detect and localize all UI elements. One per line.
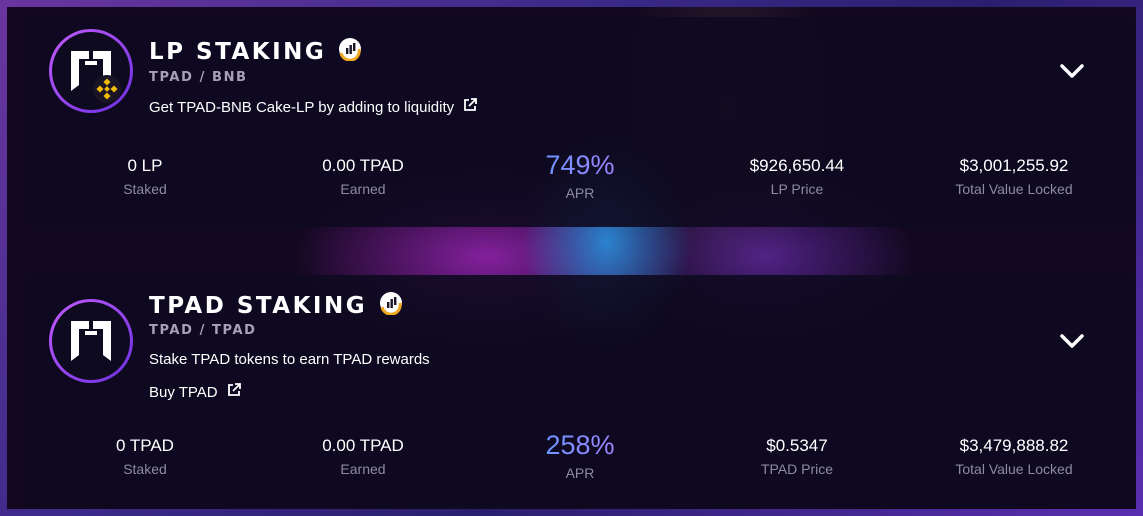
apr-value: 258%	[470, 432, 690, 459]
buy-tpad-link[interactable]: Buy TPAD	[149, 382, 242, 402]
tvl-stat: $3,479,888.82 Total Value Locked	[904, 436, 1124, 477]
external-link-icon	[462, 97, 478, 117]
tvl-label: Total Value Locked	[955, 181, 1073, 197]
tvl-stat: $3,001,255.92 Total Value Locked	[904, 156, 1124, 197]
staked-value: 0 TPAD	[116, 436, 174, 455]
staked-stat: 0 TPAD Staked	[35, 436, 255, 477]
page-background: LP STAKING TPAD / BNB Get TPAD-BNB Cake-…	[7, 7, 1136, 509]
chevron-down-icon[interactable]	[1058, 61, 1086, 86]
price-label: TPAD Price	[760, 461, 834, 477]
earned-stat: 0.00 TPAD Earned	[253, 156, 473, 197]
price-label: LP Price	[770, 181, 824, 197]
verified-chart-icon	[379, 291, 403, 321]
price-stat: $0.5347 TPAD Price	[687, 436, 907, 477]
tvl-label: Total Value Locked	[955, 461, 1073, 477]
apr-value: 749%	[470, 152, 690, 179]
tpad-staking-card: TPAD STAKING TPAD / TPAD Stake TPAD toke…	[25, 275, 1134, 507]
earned-value: 0.00 TPAD	[322, 156, 404, 175]
earned-label: Earned	[340, 181, 386, 197]
tpad-staking-title-row: TPAD STAKING	[149, 291, 403, 321]
bnb-icon	[93, 75, 121, 103]
verified-chart-icon	[338, 37, 362, 67]
card-title: TPAD STAKING	[149, 293, 368, 319]
external-link-icon	[226, 382, 242, 402]
lp-staking-title-row: LP STAKING	[149, 37, 362, 67]
tvl-value: $3,001,255.92	[959, 156, 1069, 175]
pair-label: TPAD / TPAD	[149, 323, 257, 338]
earned-label: Earned	[340, 461, 386, 477]
tvl-value: $3,479,888.82	[959, 436, 1069, 455]
add-liquidity-link[interactable]: Get TPAD-BNB Cake-LP by adding to liquid…	[149, 97, 478, 117]
earned-value: 0.00 TPAD	[322, 436, 404, 455]
card-description: Stake TPAD tokens to earn TPAD rewards	[149, 351, 430, 368]
lp-staking-card: LP STAKING TPAD / BNB Get TPAD-BNB Cake-…	[25, 17, 1134, 227]
staked-label: Staked	[123, 181, 167, 197]
apr-label: APR	[565, 465, 595, 481]
staked-value: 0 LP	[127, 156, 163, 175]
price-value: $0.5347	[766, 436, 828, 455]
apr-stat: 258% APR	[470, 432, 690, 482]
pair-label: TPAD / BNB	[149, 70, 248, 85]
price-stat: $926,650.44 LP Price	[687, 156, 907, 197]
apr-label: APR	[565, 185, 595, 201]
earned-stat: 0.00 TPAD Earned	[253, 436, 473, 477]
tpad-logo-icon	[49, 29, 133, 113]
tpad-logo-icon	[49, 299, 133, 383]
apr-stat: 749% APR	[470, 152, 690, 202]
link-text: Buy TPAD	[149, 383, 218, 401]
description-text: Stake TPAD tokens to earn TPAD rewards	[149, 351, 430, 368]
staked-stat: 0 LP Staked	[35, 156, 255, 197]
staked-label: Staked	[123, 461, 167, 477]
link-text: Get TPAD-BNB Cake-LP by adding to liquid…	[149, 98, 455, 116]
chevron-down-icon[interactable]	[1058, 331, 1086, 356]
card-title: LP STAKING	[149, 39, 327, 65]
price-value: $926,650.44	[749, 156, 845, 175]
